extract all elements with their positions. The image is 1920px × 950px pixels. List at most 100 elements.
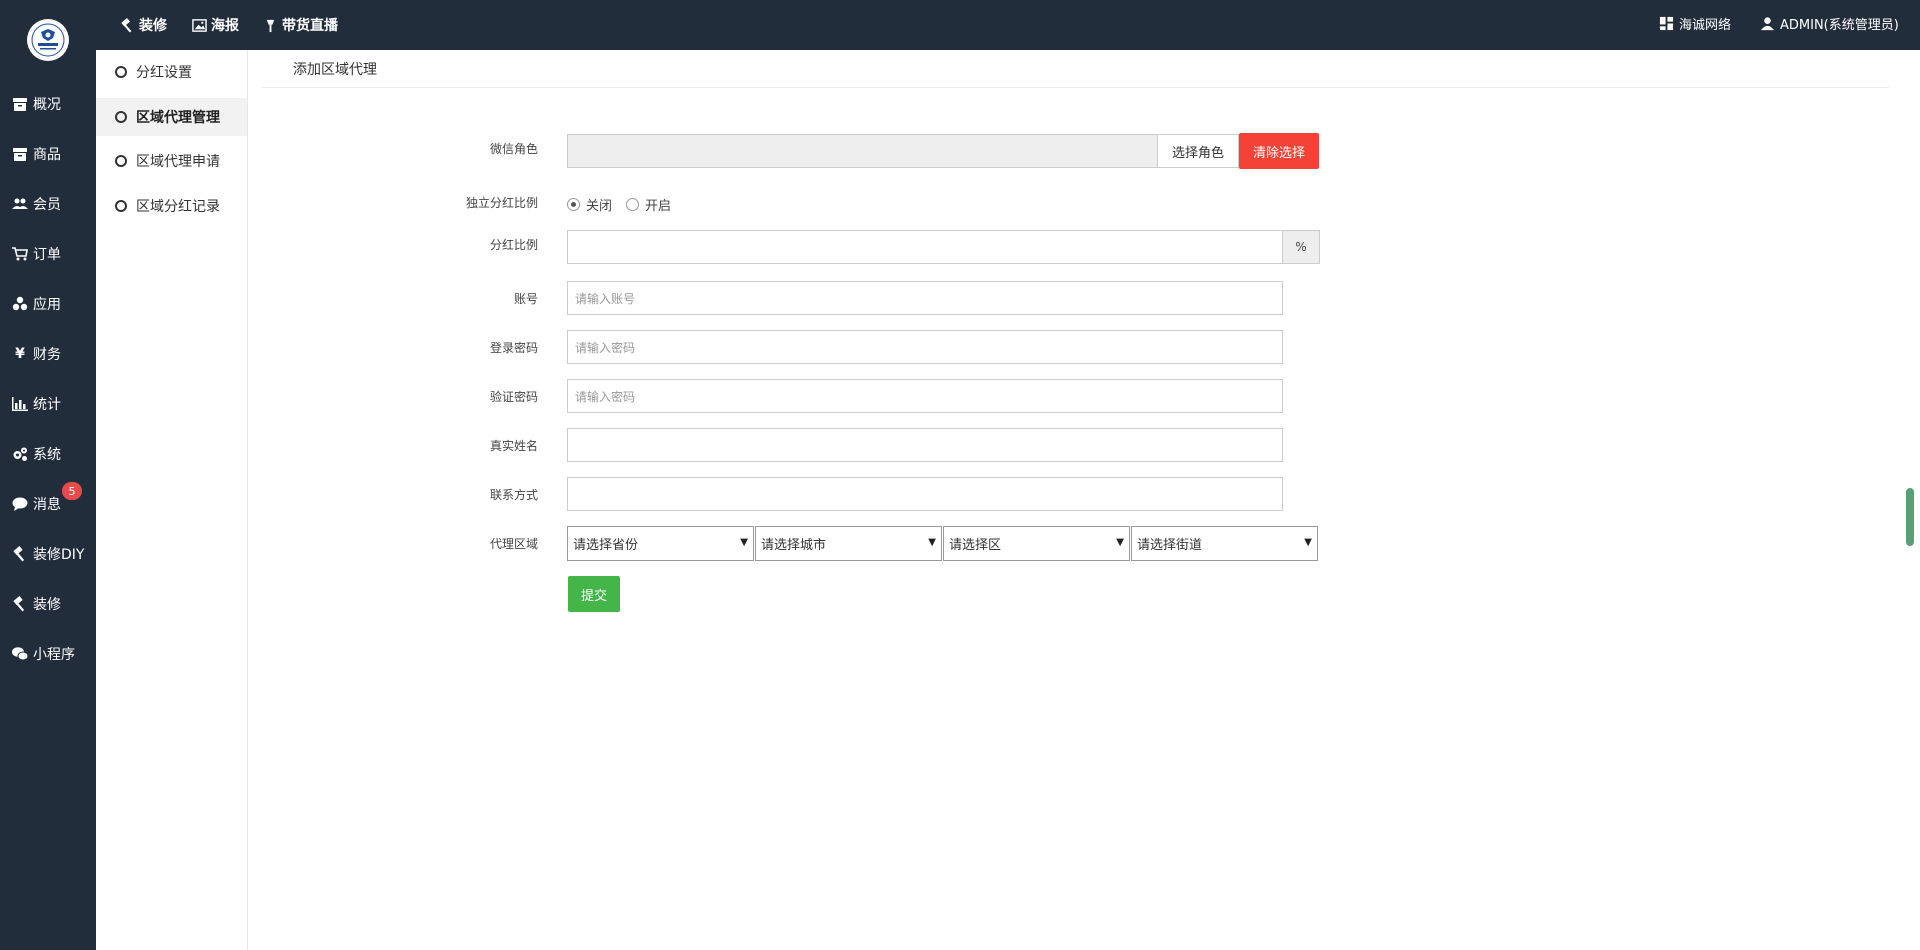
nav-item-decoration[interactable]: 装修 (0, 586, 96, 622)
nav-item-finance[interactable]: ¥ 财务 (0, 336, 96, 372)
nav-item-miniprogram[interactable]: 小程序 (0, 636, 96, 672)
contact-input[interactable] (567, 477, 1283, 511)
top-nav-decoration[interactable]: 装修 (120, 0, 167, 50)
nav-item-decoration-diy[interactable]: 装修DIY (0, 536, 96, 572)
independent-ratio-label: 独立分红比例 (465, 196, 538, 210)
dropdown-arrow-icon: ▼ (740, 537, 748, 548)
verify-password-label: 验证密码 (489, 390, 538, 404)
image-icon (192, 18, 207, 32)
nav-item-messages[interactable]: 消息 5 (0, 482, 96, 522)
radio-off-label[interactable]: 关闭 (586, 195, 612, 214)
submenu-item-region-dividend-records[interactable]: 区域分红记录 (96, 187, 247, 225)
submenu-item-label: 区域代理管理 (136, 110, 220, 126)
login-password-input[interactable]: 请输入密码 (567, 330, 1283, 364)
street-select[interactable]: 请选择街道 ▼ (1131, 526, 1318, 561)
nav-item-products[interactable]: 商品 (0, 136, 96, 172)
nav-item-label: 会员 (33, 197, 61, 213)
wechat-role-label: 微信角色 (489, 142, 538, 156)
submenu-item-label: 分红设置 (136, 65, 192, 81)
nav-item-label: 系统 (33, 447, 61, 463)
nav-item-apps[interactable]: 应用 (0, 286, 96, 322)
radio-on-label[interactable]: 开启 (645, 195, 671, 214)
dropdown-arrow-icon: ▼ (928, 537, 936, 548)
nav-item-label: 装修 (33, 597, 61, 613)
nav-item-overview[interactable]: 概况 (0, 86, 96, 122)
users-icon (12, 198, 28, 209)
province-select-value: 请选择省份 (573, 538, 639, 553)
account-label: 账号 (513, 292, 538, 306)
brand-logo-icon (31, 23, 65, 57)
contact-label: 联系方式 (489, 488, 538, 502)
dividend-ratio-input[interactable] (567, 230, 1283, 264)
hammer-icon (13, 596, 25, 612)
city-select[interactable]: 请选择城市 ▼ (755, 526, 942, 561)
nav-item-label: 概况 (33, 97, 61, 113)
percent-addon: % (1282, 230, 1320, 264)
nav-item-system[interactable]: 系统 (0, 436, 96, 472)
top-nav-label: 海报 (211, 18, 239, 34)
independent-ratio-radio-group: 关闭 开启 (567, 195, 685, 214)
radio-on[interactable] (626, 198, 640, 211)
select-role-button[interactable]: 选择角色 (1157, 134, 1239, 168)
sub-menu: 分红设置 区域代理管理 区域代理申请 区域分红记录 (96, 50, 248, 950)
left-sidebar: 概况 商品 会员 订单 应用 ¥ 财务 统计 系统 消息 5 装修DIY 装修 (0, 0, 96, 950)
page-title: 添加区域代理 (261, 50, 1889, 88)
dropdown-arrow-icon: ▼ (1116, 537, 1124, 548)
top-nav-poster[interactable]: 海报 (192, 0, 239, 50)
user-icon (1760, 17, 1775, 31)
province-select[interactable]: 请选择省份 ▼ (567, 526, 754, 561)
real-name-label: 真实姓名 (489, 439, 538, 453)
circle-icon (115, 200, 127, 212)
submenu-item-region-agent-application[interactable]: 区域代理申请 (96, 142, 247, 180)
street-select-value: 请选择街道 (1137, 538, 1203, 553)
city-select-value: 请选择城市 (761, 538, 827, 553)
verify-password-input[interactable]: 请输入密码 (567, 379, 1283, 413)
brand-logo[interactable] (27, 19, 69, 61)
circle-icon (115, 111, 127, 123)
nav-item-label: 财务 (33, 347, 61, 363)
top-bar: 装修 海报 带货直播 海诚网络 ADMIN(系统管理员) (96, 0, 1920, 50)
submenu-item-label: 区域代理申请 (136, 154, 220, 170)
yen-icon: ¥ (15, 346, 25, 362)
top-nav-label: 带货直播 (282, 18, 338, 34)
submenu-item-label: 区域分红记录 (136, 199, 220, 215)
submit-button[interactable]: 提交 (568, 576, 620, 612)
top-nav-label: 装修 (139, 18, 167, 34)
company-link[interactable]: 海诚网络 (1659, 14, 1731, 33)
real-name-input[interactable] (567, 428, 1283, 462)
gears-icon (13, 447, 27, 461)
message-count-badge: 5 (62, 482, 82, 500)
hammer-icon (13, 546, 25, 562)
cart-icon (12, 247, 28, 261)
account-input[interactable]: 请输入账号 (567, 281, 1283, 315)
circle-icon (115, 66, 127, 78)
archive-icon (13, 98, 27, 111)
district-select[interactable]: 请选择区 ▼ (943, 526, 1130, 561)
submenu-item-dividend-settings[interactable]: 分红设置 (96, 53, 247, 91)
bar-chart-icon (12, 397, 28, 411)
clear-selection-button[interactable]: 清除选择 (1239, 133, 1319, 169)
torch-icon (266, 19, 275, 32)
nav-item-stats[interactable]: 统计 (0, 386, 96, 422)
submenu-item-region-agent-management[interactable]: 区域代理管理 (96, 98, 247, 136)
wechat-icon (12, 647, 28, 661)
page-title-text: 添加区域代理 (293, 61, 377, 78)
wechat-role-field[interactable] (567, 134, 1158, 168)
dashboard-icon (1659, 16, 1674, 31)
nav-item-label: 统计 (33, 397, 61, 413)
radio-off[interactable] (567, 198, 580, 211)
nav-item-members[interactable]: 会员 (0, 186, 96, 222)
page-scrollbar[interactable] (1906, 488, 1914, 546)
nav-item-label: 消息 (33, 497, 61, 513)
top-nav-live-commerce[interactable]: 带货直播 (263, 0, 338, 50)
district-select-value: 请选择区 (949, 538, 1002, 553)
nav-item-orders[interactable]: 订单 (0, 236, 96, 272)
nav-item-label: 小程序 (33, 647, 75, 663)
agent-region-label: 代理区域 (489, 537, 538, 551)
dropdown-arrow-icon: ▼ (1304, 537, 1312, 548)
chat-icon (12, 497, 28, 511)
nav-item-label: 装修DIY (33, 547, 85, 563)
nav-item-label: 订单 (33, 247, 61, 263)
user-name: ADMIN(系统管理员) (1780, 18, 1899, 33)
user-menu[interactable]: ADMIN(系统管理员) (1760, 14, 1899, 33)
